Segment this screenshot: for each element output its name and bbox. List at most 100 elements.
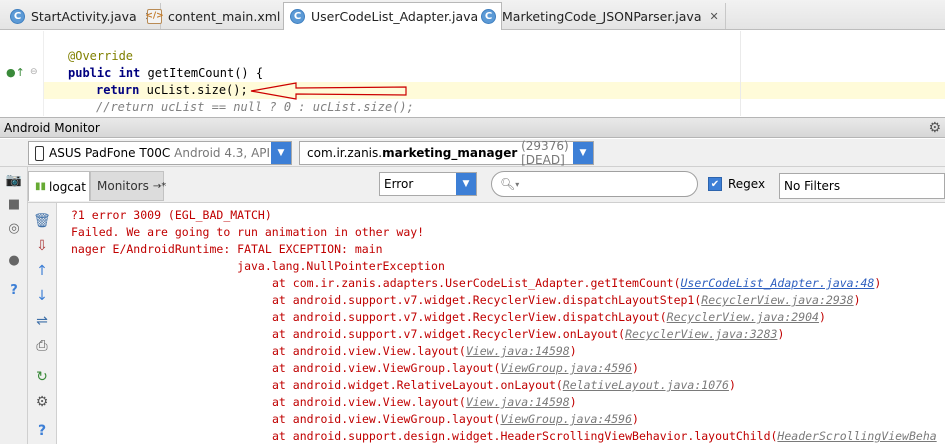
- tab-content-main[interactable]: </> content_main.xml ✕: [141, 3, 305, 29]
- search-history-icon[interactable]: ▾: [515, 180, 519, 189]
- restart-icon[interactable]: ⇩: [34, 238, 50, 254]
- class-icon: C: [10, 8, 25, 24]
- regex-label: Regex: [728, 177, 766, 191]
- frame-end: ): [818, 310, 826, 324]
- source-link[interactable]: RecyclerView.java:2938: [701, 293, 853, 307]
- device-row: ASUS PadFone T00C Android 4.3, API 18 ▼ …: [0, 139, 945, 167]
- frame-text: at android.support.v7.widget.RecyclerVie…: [272, 293, 702, 307]
- code-editor[interactable]: ●↑ ⊖ @Override public int getItemCount()…: [0, 31, 945, 116]
- tab-marketingcode-jsonparser[interactable]: C MarketingCode_JSONParser.java ✕: [475, 3, 726, 29]
- help-icon[interactable]: ?: [5, 281, 23, 299]
- phone-icon: [35, 145, 44, 161]
- frame-text: at android.support.v7.widget.RecyclerVie…: [272, 310, 667, 324]
- class-icon: C: [481, 8, 496, 24]
- logcat-output[interactable]: ?1 error 3009 (EGL_BAD_MATCH) Failed. We…: [57, 203, 945, 444]
- tab-monitors[interactable]: Monitors →*: [90, 171, 166, 201]
- settings-icon[interactable]: ⚙: [34, 394, 50, 410]
- logcat-side-toolbar: 🗑︎ ⇩ ↑ ↓ ⇌ ⎙ ↻ ⚙ ?: [28, 203, 57, 444]
- frame-text: at android.widget.RelativeLayout.onLayou…: [272, 378, 563, 392]
- stack-frame: at android.support.v7.widget.RecyclerVie…: [272, 326, 784, 343]
- source-link[interactable]: UserCodeList_Adapter.java:48: [681, 276, 875, 290]
- regex-checkbox[interactable]: ✔: [708, 177, 722, 191]
- log-line: ?1 error 3009 (EGL_BAD_MATCH): [71, 208, 272, 222]
- frame-end: ): [777, 327, 785, 341]
- tab-usercodelist-adapter[interactable]: C UserCodeList_Adapter.java ✕: [283, 2, 503, 30]
- device-name: ASUS PadFone T00C: [49, 146, 171, 160]
- logcat-icon: ▮▮: [35, 181, 47, 192]
- keyword: int: [118, 66, 141, 80]
- monitor-side-toolbar: 📷 ■ ◎ ● ?: [0, 167, 28, 444]
- stack-frame: at android.support.v7.widget.RecyclerVie…: [272, 292, 861, 309]
- stack-frame: at android.view.View.layout(View.java:14…: [272, 343, 577, 360]
- log-level-select[interactable]: Error ▼: [379, 172, 477, 196]
- chevron-down-icon[interactable]: ▼: [573, 142, 593, 164]
- frame-end: ): [874, 276, 882, 290]
- tab-label: Monitors: [97, 179, 149, 193]
- gear-icon[interactable]: ⚙: [928, 120, 941, 136]
- keyword: return: [96, 83, 140, 97]
- override-marker-icon[interactable]: ●↑: [6, 66, 25, 79]
- tab-label: content_main.xml: [168, 8, 281, 24]
- tab-label: UserCodeList_Adapter.java: [311, 9, 479, 24]
- stack-frame: at android.view.ViewGroup.layout(ViewGro…: [272, 360, 639, 377]
- terminate-icon[interactable]: ●: [5, 251, 23, 269]
- source-link[interactable]: RecyclerView.java:3283: [625, 327, 777, 341]
- keyword: public: [68, 66, 112, 80]
- arrow-down-icon[interactable]: ↓: [34, 288, 50, 304]
- log-level-value: Error: [384, 177, 414, 191]
- class-icon: C: [290, 9, 305, 24]
- screen-record-icon[interactable]: ■: [5, 195, 23, 213]
- source-link[interactable]: RelativeLayout.java:1076: [563, 378, 729, 392]
- frame-text: at android.support.design.widget.HeaderS…: [272, 429, 778, 443]
- frame-end: ): [569, 395, 577, 409]
- search-icon: 🔍︎: [500, 177, 516, 191]
- source-link[interactable]: View.java:14598: [466, 395, 570, 409]
- process-selector[interactable]: com.ir.zanis. marketing_manager (29376) […: [299, 139, 594, 167]
- chevron-down-icon[interactable]: ▼: [456, 173, 476, 195]
- frame-text: at android.view.ViewGroup.layout(: [272, 412, 501, 426]
- source-link[interactable]: View.java:14598: [466, 344, 570, 358]
- log-line: Failed. We are going to run animation in…: [71, 225, 425, 239]
- code-line: @Override: [68, 49, 134, 63]
- device-selector[interactable]: ASUS PadFone T00C Android 4.3, API 18 ▼: [28, 141, 292, 165]
- frame-text: at android.support.v7.widget.RecyclerVie…: [272, 327, 626, 341]
- log-line: nager E/AndroidRuntime: FATAL EXCEPTION:…: [71, 242, 383, 256]
- filter-config-select[interactable]: No Filters: [779, 173, 945, 199]
- print-icon[interactable]: ⎙: [34, 338, 50, 354]
- tab-start-activity[interactable]: C StartActivity.java ✕: [4, 3, 161, 29]
- process-name: marketing_manager: [382, 146, 518, 160]
- refresh-icon[interactable]: ↻: [34, 369, 50, 385]
- code-text: ucList.size();: [139, 83, 248, 97]
- tab-logcat[interactable]: ▮▮ logcat: [28, 171, 90, 201]
- close-icon[interactable]: ✕: [710, 10, 719, 23]
- stack-frame: at android.view.ViewGroup.layout(ViewGro…: [272, 411, 639, 428]
- frame-end: ): [853, 293, 861, 307]
- search-input[interactable]: 🔍︎ ▾: [491, 171, 698, 197]
- stack-frame: at android.support.v7.widget.RecyclerVie…: [272, 309, 826, 326]
- process-prefix: com.ir.zanis.: [307, 146, 383, 160]
- code-comment: //return ucList == null ? 0 : ucList.siz…: [96, 100, 414, 114]
- trash-icon[interactable]: 🗑︎: [33, 213, 51, 229]
- xml-file-icon: </>: [145, 8, 164, 24]
- chevron-down-icon[interactable]: ▼: [271, 142, 291, 164]
- frame-text: at com.ir.zanis.adapters.UserCodeList_Ad…: [272, 276, 681, 290]
- source-link[interactable]: ViewGroup.java:4596: [500, 361, 632, 375]
- screenshot-icon[interactable]: 📷: [5, 171, 23, 189]
- help-icon[interactable]: ?: [34, 423, 50, 439]
- arrow-up-icon[interactable]: ↑: [34, 263, 50, 279]
- panel-title: Android Monitor: [4, 121, 100, 135]
- fold-icon[interactable]: ⊖: [30, 67, 38, 77]
- source-link[interactable]: HeaderScrollingViewBeha: [777, 429, 936, 443]
- tab-label: logcat: [49, 179, 86, 194]
- system-info-icon[interactable]: ◎: [5, 219, 23, 237]
- log-line: java.lang.NullPointerException: [71, 259, 445, 273]
- code-line: public int getItemCount() {: [68, 65, 263, 82]
- soft-wrap-icon[interactable]: ⇌: [34, 313, 50, 329]
- frame-end: ): [569, 344, 577, 358]
- source-link[interactable]: ViewGroup.java:4596: [500, 412, 632, 426]
- source-link[interactable]: RecyclerView.java:2904: [667, 310, 819, 324]
- stack-frame: at com.ir.zanis.adapters.UserCodeList_Ad…: [272, 275, 881, 292]
- stack-frame: at android.support.design.widget.HeaderS…: [272, 428, 937, 444]
- frame-text: at android.view.View.layout(: [272, 344, 466, 358]
- frame-end: ): [728, 378, 736, 392]
